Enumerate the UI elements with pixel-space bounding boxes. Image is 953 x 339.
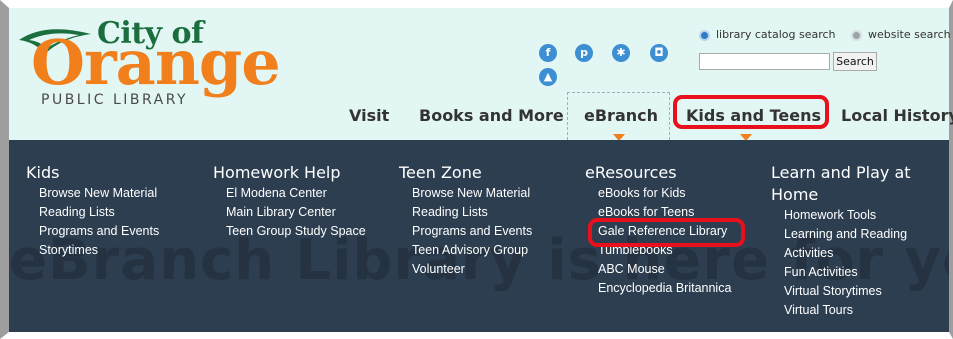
gale-reference-library-highlight <box>588 218 745 247</box>
nav-books-and-more[interactable]: Books and More <box>419 106 564 125</box>
menu-column-teen-zone: Teen Zone Browse New Material Reading Li… <box>399 162 532 279</box>
menu-link[interactable]: Teen Advisory Group <box>412 241 532 260</box>
nav-local-history[interactable]: Local History <box>841 106 953 125</box>
menu-heading-kids[interactable]: Kids <box>26 162 159 184</box>
menu-link[interactable]: Reading Lists <box>412 203 532 222</box>
catalog-search-label[interactable]: library catalog search <box>716 28 836 41</box>
yelp-icon[interactable]: ✱ <box>612 44 630 62</box>
menu-column-learn-and-play: Learn and Play at Home Homework Tools Lea… <box>771 162 911 320</box>
menu-link[interactable]: eBooks for Kids <box>598 184 731 203</box>
menu-link[interactable]: Learning and Reading <box>784 225 911 244</box>
website-search-radio[interactable] <box>851 30 862 41</box>
menu-link[interactable]: Virtual Tours <box>784 301 911 320</box>
menu-column-homework-help: Homework Help El Modena Center Main Libr… <box>213 162 366 241</box>
menu-link[interactable]: Programs and Events <box>412 222 532 241</box>
menu-link[interactable]: Browse New Material <box>39 184 159 203</box>
catalog-search-radio[interactable] <box>699 30 710 41</box>
hat-icon[interactable]: ▲ <box>539 68 557 86</box>
menu-heading-teen-zone[interactable]: Teen Zone <box>399 162 532 184</box>
menu-link[interactable]: Volunteer <box>412 260 532 279</box>
menu-heading-learn-and-play[interactable]: Learn and Play at Home <box>771 162 911 206</box>
menu-heading-homework-help[interactable]: Homework Help <box>213 162 366 184</box>
pinterest-icon[interactable]: p <box>575 44 593 62</box>
menu-link[interactable]: Teen Group Study Space <box>226 222 366 241</box>
menu-link[interactable]: Main Library Center <box>226 203 366 222</box>
menu-link[interactable]: ABC Mouse <box>598 260 731 279</box>
logo-orange: Orange <box>31 26 281 99</box>
search-button[interactable]: Search <box>833 52 877 71</box>
search-panel: library catalog search website search Se… <box>699 28 951 88</box>
menu-link[interactable]: Programs and Events <box>39 222 159 241</box>
kids-and-teens-highlight <box>673 95 829 129</box>
menu-link[interactable]: Virtual Storytimes <box>784 282 911 301</box>
menu-link[interactable]: Storytimes <box>39 241 159 260</box>
menu-heading-line: Home <box>771 185 819 204</box>
site-header: City of Orange PUBLIC LIBRARY f p ✱ ◘ ▲ … <box>9 8 953 141</box>
nav-ebranch[interactable]: eBranch <box>584 106 658 125</box>
website-search-label[interactable]: website search <box>868 28 951 41</box>
menu-link[interactable]: Homework Tools <box>784 206 911 225</box>
facebook-icon[interactable]: f <box>539 44 557 62</box>
logo-public-library: PUBLIC LIBRARY <box>41 92 189 108</box>
menu-link[interactable]: Fun Activities <box>784 263 911 282</box>
menu-link[interactable]: Activities <box>784 244 911 263</box>
menu-link[interactable]: Browse New Material <box>412 184 532 203</box>
mega-menu: eBranch Library is here for you Kids Bro… <box>9 140 949 332</box>
menu-link[interactable]: El Modena Center <box>226 184 366 203</box>
menu-link[interactable]: Reading Lists <box>39 203 159 222</box>
instagram-icon[interactable]: ◘ <box>650 44 668 62</box>
menu-heading-eresources[interactable]: eResources <box>585 162 731 184</box>
menu-heading-line: Learn and Play at <box>771 163 911 182</box>
library-logo[interactable]: City of Orange PUBLIC LIBRARY <box>9 8 281 118</box>
search-input[interactable] <box>699 53 830 70</box>
nav-visit[interactable]: Visit <box>349 106 389 125</box>
menu-column-kids: Kids Browse New Material Reading Lists P… <box>26 162 159 260</box>
menu-link[interactable]: Encyclopedia Britannica <box>598 279 731 298</box>
